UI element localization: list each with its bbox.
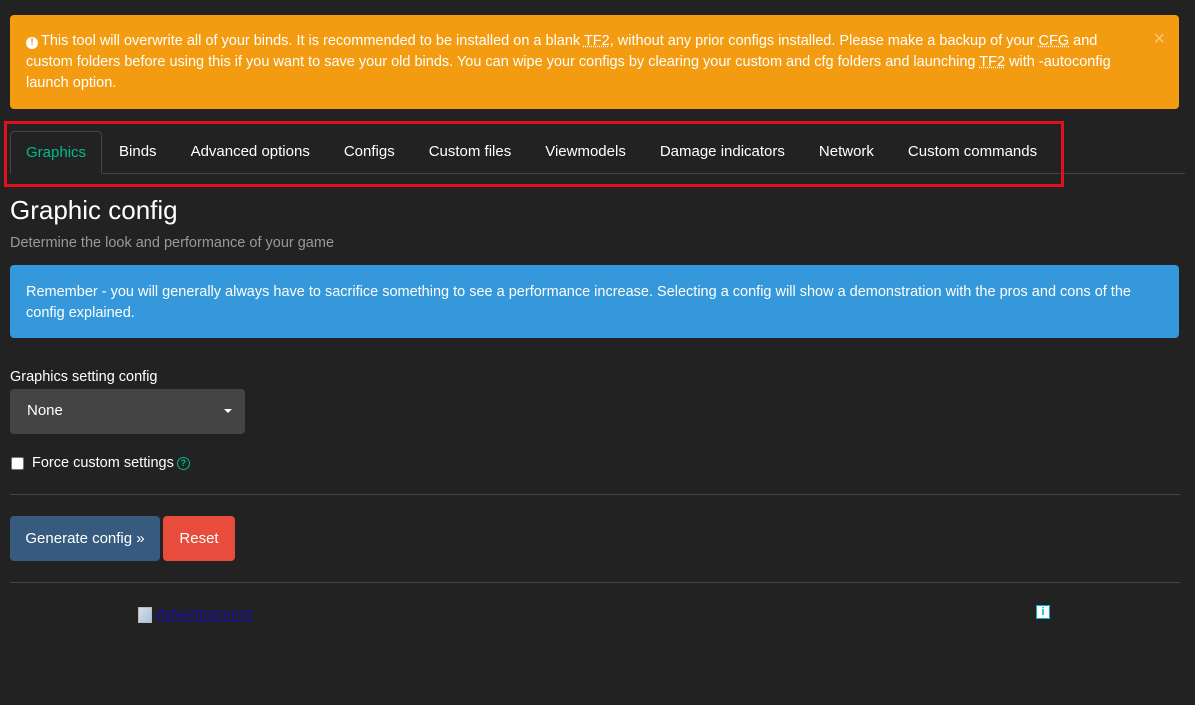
advertisement-link[interactable]: Advertisement	[138, 606, 252, 623]
warning-text-2a: custom folders before using this if you …	[26, 54, 980, 70]
page: ! This tool will overwrite all of your bi…	[0, 0, 1195, 705]
broken-image-icon	[138, 606, 152, 623]
generate-config-button[interactable]: Generate config »	[10, 516, 160, 561]
close-icon[interactable]: ×	[1153, 29, 1165, 49]
tab-graphics[interactable]: Graphics	[10, 131, 103, 174]
tab-damage-indicators[interactable]: Damage indicators	[643, 131, 802, 174]
advertisement-alt-text: Advertisement	[156, 606, 252, 623]
tab-configs[interactable]: Configs	[327, 131, 412, 174]
question-circle-icon[interactable]: ?	[176, 456, 190, 470]
page-subtitle: Determine the look and performance of yo…	[10, 235, 335, 251]
force-custom-settings-checkbox[interactable]	[11, 456, 24, 470]
force-custom-settings-label[interactable]: Force custom settings	[32, 455, 174, 471]
graphics-config-select[interactable]: None	[10, 389, 245, 434]
info-alert: Remember - you will generally always hav…	[10, 265, 1179, 338]
divider	[10, 494, 1180, 495]
tab-bar: Graphics Binds Advanced options Configs …	[10, 131, 1054, 174]
graphics-select-label: Graphics setting config	[10, 369, 158, 385]
tab-binds[interactable]: Binds	[102, 131, 174, 174]
abbr-tf2-2: TF2	[979, 54, 1006, 70]
warning-text-1c: and	[1069, 33, 1098, 49]
abbr-cfg: CFG	[1038, 33, 1070, 49]
tab-advanced-options[interactable]: Advanced options	[174, 131, 327, 174]
divider	[10, 582, 1180, 583]
ad-info-icon[interactable]: i	[1036, 605, 1050, 619]
tab-custom-commands[interactable]: Custom commands	[891, 131, 1054, 174]
reset-button[interactable]: Reset	[163, 516, 235, 561]
exclamation-circle-icon: !	[26, 37, 38, 49]
warning-text-1b: , without any prior configs installed. P…	[609, 33, 1039, 49]
page-title: Graphic config	[10, 195, 178, 225]
warning-alert: ! This tool will overwrite all of your bi…	[10, 15, 1179, 109]
force-custom-settings-row: Force custom settings ?	[10, 453, 190, 473]
tab-viewmodels[interactable]: Viewmodels	[528, 131, 643, 174]
tab-custom-files[interactable]: Custom files	[412, 131, 529, 174]
caret-down-icon	[224, 409, 232, 413]
select-value: None	[27, 402, 63, 419]
abbr-tf2: TF2	[583, 33, 610, 49]
warning-text-2b: with -autoconfig	[1005, 54, 1111, 70]
warning-text-3: launch option.	[26, 75, 117, 91]
warning-text-1a: This tool will overwrite all of your bin…	[41, 33, 584, 49]
tab-network[interactable]: Network	[802, 131, 891, 174]
